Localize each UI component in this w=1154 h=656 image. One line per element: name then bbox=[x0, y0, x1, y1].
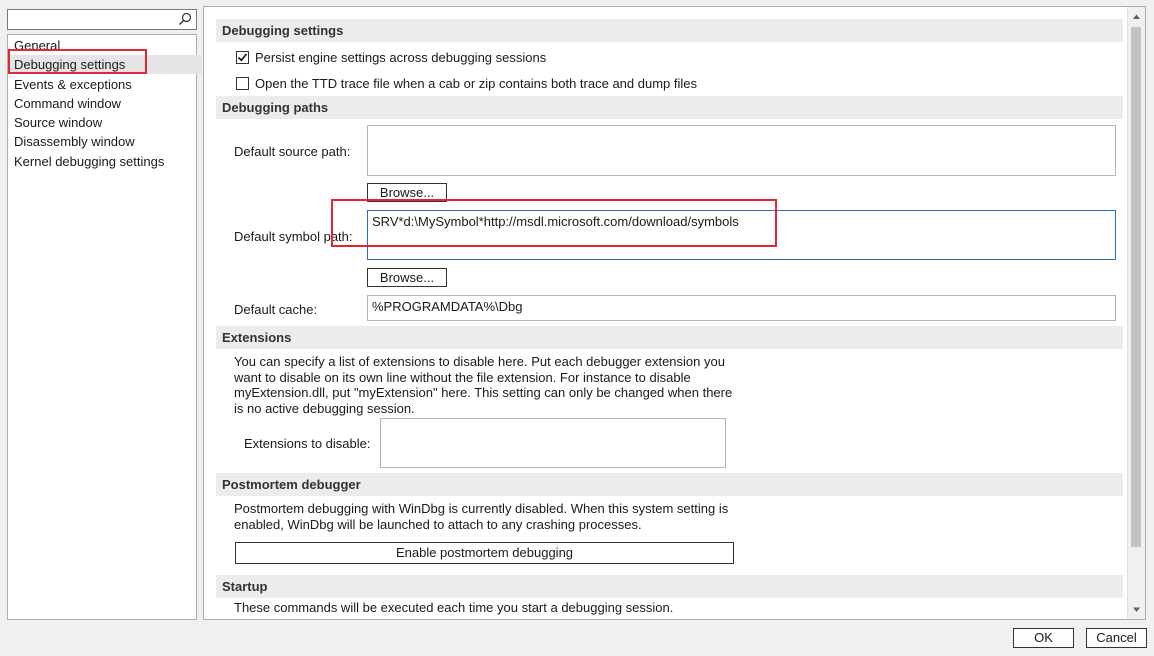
persist-settings-checkbox[interactable] bbox=[236, 51, 249, 64]
section-header-postmortem: Postmortem debugger bbox=[216, 473, 1123, 496]
postmortem-description: Postmortem debugging with WinDbg is curr… bbox=[234, 501, 729, 532]
settings-nav-list: General Debugging settings Events & exce… bbox=[7, 34, 202, 620]
scroll-down-button[interactable] bbox=[1129, 602, 1144, 617]
section-header-debugging-settings: Debugging settings bbox=[216, 19, 1123, 42]
section-header-debugging-paths: Debugging paths bbox=[216, 96, 1123, 119]
default-symbol-path-label: Default symbol path: bbox=[234, 229, 353, 244]
vertical-scrollbar[interactable] bbox=[1127, 7, 1145, 619]
extensions-to-disable-field[interactable] bbox=[380, 418, 726, 468]
nav-item-source-window[interactable]: Source window bbox=[8, 113, 202, 132]
ttd-trace-checkbox[interactable] bbox=[236, 77, 249, 90]
section-header-extensions: Extensions bbox=[216, 326, 1123, 349]
nav-item-events-exceptions[interactable]: Events & exceptions bbox=[8, 75, 202, 94]
settings-panel: Debugging settings Persist engine settin… bbox=[203, 6, 1146, 620]
cancel-button[interactable]: Cancel bbox=[1086, 628, 1147, 648]
extensions-description: You can specify a list of extensions to … bbox=[234, 354, 733, 416]
chevron-down-icon bbox=[1133, 607, 1140, 612]
nav-item-debugging-settings[interactable]: Debugging settings bbox=[8, 55, 202, 74]
search-input[interactable] bbox=[7, 9, 197, 30]
ok-button[interactable]: OK bbox=[1013, 628, 1074, 648]
scrollbar-thumb[interactable] bbox=[1131, 27, 1141, 547]
default-source-path-field[interactable] bbox=[367, 125, 1116, 176]
persist-settings-label: Persist engine settings across debugging… bbox=[255, 50, 547, 65]
enable-postmortem-button[interactable]: Enable postmortem debugging bbox=[235, 542, 734, 564]
default-cache-field[interactable]: %PROGRAMDATA%\Dbg bbox=[367, 295, 1116, 321]
scroll-up-button[interactable] bbox=[1129, 9, 1144, 24]
default-symbol-path-field[interactable]: SRV*d:\MySymbol*http://msdl.microsoft.co… bbox=[367, 210, 1116, 260]
nav-item-kernel-debugging-settings[interactable]: Kernel debugging settings bbox=[8, 152, 202, 171]
browse-source-button[interactable]: Browse... bbox=[367, 183, 447, 202]
search-icon bbox=[179, 12, 192, 25]
startup-description: These commands will be executed each tim… bbox=[234, 600, 674, 615]
nav-item-general[interactable]: General bbox=[8, 36, 202, 55]
ttd-trace-label: Open the TTD trace file when a cab or zi… bbox=[255, 76, 697, 91]
extensions-to-disable-label: Extensions to disable: bbox=[244, 436, 371, 451]
checkmark-icon bbox=[237, 53, 248, 62]
default-cache-label: Default cache: bbox=[234, 302, 318, 317]
browse-symbol-button[interactable]: Browse... bbox=[367, 268, 447, 287]
nav-item-command-window[interactable]: Command window bbox=[8, 94, 202, 113]
nav-item-disassembly-window[interactable]: Disassembly window bbox=[8, 132, 202, 151]
section-header-startup: Startup bbox=[216, 575, 1123, 598]
chevron-up-icon bbox=[1133, 14, 1140, 19]
default-source-path-label: Default source path: bbox=[234, 144, 351, 159]
